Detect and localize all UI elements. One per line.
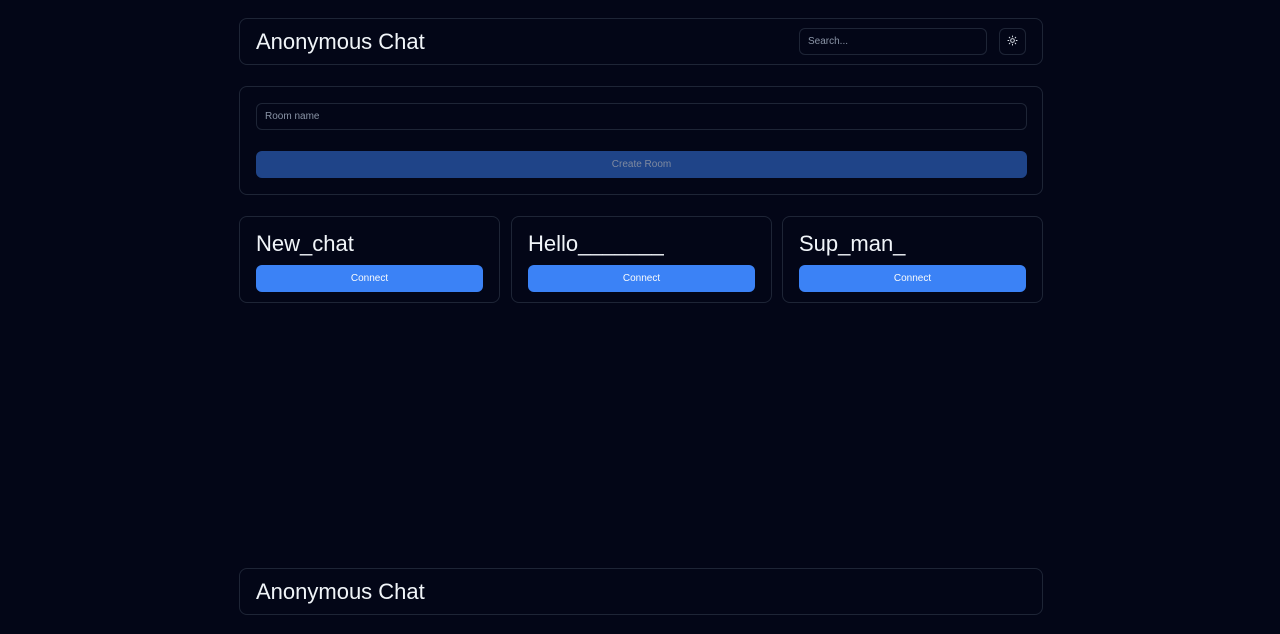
- header: Anonymous Chat: [239, 18, 1043, 65]
- room-card: Sup_man_ Connect: [782, 216, 1043, 303]
- room-name: New_chat: [256, 231, 354, 256]
- room-card: Hello_______ Connect: [511, 216, 772, 303]
- room-name: Sup_man_: [799, 231, 906, 256]
- connect-button[interactable]: Connect: [256, 265, 483, 292]
- sun-icon: [1007, 34, 1018, 49]
- room-name-input[interactable]: [256, 103, 1027, 130]
- app-title: Anonymous Chat: [256, 29, 425, 54]
- create-room-button[interactable]: Create Room: [256, 151, 1027, 178]
- footer-title: Anonymous Chat: [256, 579, 425, 604]
- connect-button[interactable]: Connect: [799, 265, 1026, 292]
- room-card: New_chat Connect: [239, 216, 500, 303]
- search-input[interactable]: [799, 28, 987, 55]
- theme-toggle-button[interactable]: [999, 28, 1026, 55]
- create-room-panel: Create Room: [239, 86, 1043, 195]
- connect-button[interactable]: Connect: [528, 265, 755, 292]
- footer: Anonymous Chat: [239, 568, 1043, 615]
- room-name: Hello_______: [528, 231, 664, 256]
